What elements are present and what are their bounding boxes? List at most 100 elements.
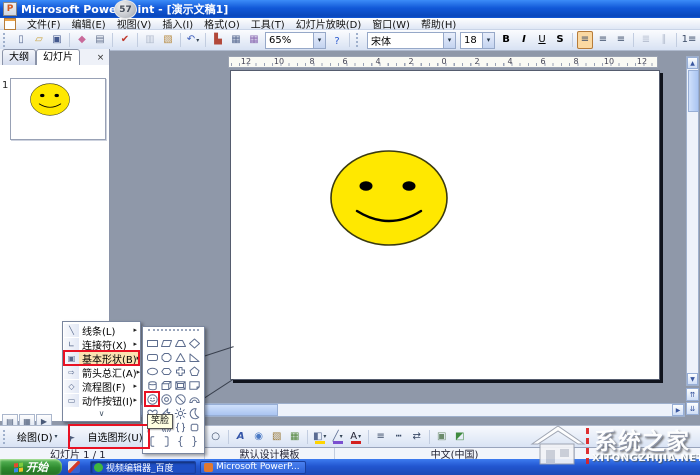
menu-edit[interactable]: 编辑(E) (72, 16, 106, 31)
shape-isosceles-triangle[interactable] (173, 350, 187, 364)
task-powerpoint[interactable]: Microsoft PowerP... (200, 460, 306, 474)
task-video-editor[interactable]: 视频编辑器_百度 (90, 460, 196, 474)
permission-icon[interactable]: ◆ (74, 31, 90, 49)
italic-button[interactable]: I (516, 31, 532, 49)
menu-item-basic-shapes[interactable]: ▣ 基本形状(B) ▸ (63, 350, 140, 366)
shape-plaque[interactable] (187, 420, 201, 434)
tab-slides[interactable]: 幻灯片 (36, 49, 80, 65)
shape-hexagon[interactable] (159, 364, 173, 378)
numbering-button[interactable]: 1≡ (681, 31, 697, 49)
shape-cross[interactable] (173, 364, 187, 378)
shape-no-symbol[interactable] (173, 392, 187, 406)
start-button[interactable]: 开始 (0, 459, 62, 475)
wordart-icon[interactable]: A (233, 428, 249, 446)
copy-icon[interactable]: ▥ (142, 31, 158, 49)
line-style-icon[interactable]: ≡ (373, 428, 389, 446)
shape-sun[interactable] (173, 406, 187, 420)
font-color-icon[interactable]: A ▾ (348, 428, 364, 446)
dash-style-icon[interactable]: ┅ (391, 428, 407, 446)
shape-block-arc[interactable] (187, 392, 201, 406)
shape-donut[interactable] (159, 392, 173, 406)
quick-launch-icon[interactable] (68, 461, 80, 473)
shape-regular-pentagon[interactable] (187, 364, 201, 378)
tab-outline[interactable]: 大纲 (2, 49, 36, 65)
next-slide-button[interactable]: ⇊ (686, 402, 699, 415)
new-icon[interactable]: ▯ (13, 31, 29, 49)
menu-item-action-buttons[interactable]: ▭ 动作按钮(I) ▸ (64, 393, 139, 408)
print-icon[interactable]: ▤ (92, 31, 108, 49)
shape-cube[interactable] (159, 378, 173, 392)
close-icon[interactable]: × (94, 52, 107, 65)
chevron-down-icon[interactable]: ▾ (196, 37, 199, 44)
align-center-button[interactable]: ≡ (595, 31, 611, 49)
clipart-icon[interactable]: ▧ (269, 428, 285, 446)
shape-double-brace[interactable] (173, 420, 187, 434)
line-color-icon[interactable]: ╱ ▾ (330, 428, 346, 446)
spelling-icon[interactable]: ✔ (117, 31, 133, 49)
chevron-down-icon[interactable]: ▾ (358, 433, 361, 440)
undo-icon[interactable]: ↶ ▾ (185, 31, 201, 49)
zoom-combobox[interactable]: 65% ▾ (265, 31, 326, 49)
bold-button[interactable]: B (498, 31, 514, 49)
shape-right-triangle[interactable] (187, 350, 201, 364)
smiley-shape[interactable] (329, 149, 449, 247)
shadow-style-icon[interactable]: ▣ (434, 428, 450, 446)
toolbar-handle[interactable] (3, 33, 8, 47)
menu-file[interactable]: 文件(F) (27, 16, 61, 31)
tables-borders-icon[interactable]: ▦ (246, 31, 262, 49)
shape-left-bracket[interactable] (145, 434, 159, 448)
select-objects-button[interactable]: ➤ (64, 428, 80, 446)
toolbar-handle[interactable] (3, 429, 8, 444)
paste-icon[interactable]: ▧ (160, 31, 176, 49)
palette-drag-handle[interactable] (148, 329, 199, 334)
menu-tools[interactable]: 工具(T) (251, 16, 285, 31)
font-name-combobox[interactable]: 宋体 ▾ (367, 31, 456, 49)
scroll-right-icon[interactable]: ▶ (672, 404, 684, 416)
shape-octagon[interactable] (159, 350, 173, 364)
draw-menu-button[interactable]: 绘图(D) ▾ (12, 427, 63, 446)
scroll-up-icon[interactable]: ▲ (687, 57, 698, 69)
shape-trapezoid[interactable] (173, 336, 187, 350)
shape-right-brace[interactable] (187, 434, 201, 448)
help-icon[interactable]: ? (329, 33, 345, 51)
menu-item-block-arrows[interactable]: ⇨ 箭头总汇(A) ▸ (64, 365, 140, 380)
menu-item-lines[interactable]: ╲ 线条(L) ▸ (64, 323, 139, 338)
chevron-down-icon[interactable]: ▾ (323, 433, 326, 440)
menu-format[interactable]: 格式(O) (204, 16, 240, 31)
distribute-button[interactable]: ≣ (638, 31, 654, 49)
shape-folded-corner[interactable] (187, 378, 201, 392)
menu-item-connectors[interactable]: ∟ 连接符(X) ▸ (64, 337, 139, 352)
shape-can[interactable] (145, 378, 159, 392)
shape-diamond[interactable] (187, 336, 201, 350)
columns-button[interactable]: ∥ (656, 31, 672, 49)
3d-style-icon[interactable]: ◩ (452, 428, 468, 446)
menu-insert[interactable]: 插入(I) (162, 16, 193, 31)
document-icon[interactable] (4, 17, 16, 30)
vertical-scrollbar[interactable]: ▲ ▼ (686, 56, 699, 386)
table-icon[interactable]: ▦ (228, 31, 244, 49)
slide-canvas[interactable] (230, 70, 660, 380)
font-size-combobox[interactable]: 18 ▾ (460, 31, 495, 49)
shape-oval[interactable] (145, 364, 159, 378)
scroll-down-icon[interactable]: ▼ (687, 373, 698, 385)
design-template-indicator[interactable]: 默认设计模板 (205, 448, 335, 461)
chart-icon[interactable]: ▙ (210, 31, 226, 49)
open-icon[interactable]: ▱ (31, 31, 47, 49)
chevron-down-icon[interactable]: ▾ (443, 32, 455, 48)
shape-right-bracket[interactable] (159, 434, 173, 448)
shape-rectangle[interactable] (145, 336, 159, 350)
shape-parallelogram[interactable] (159, 336, 173, 350)
oval-icon[interactable]: ○ (208, 428, 224, 446)
menu-expand-chevron[interactable]: ∨ (64, 407, 139, 420)
shape-moon[interactable] (187, 406, 201, 420)
save-icon[interactable]: ▣ (49, 31, 65, 49)
arrow-style-icon[interactable]: ⇄ (409, 428, 425, 446)
shape-smiley-face[interactable] (144, 391, 160, 407)
fill-color-icon[interactable]: ◧ ▾ (312, 428, 328, 446)
menu-help[interactable]: 帮助(H) (421, 16, 456, 31)
vertical-scrollbar-thumb[interactable] (688, 70, 699, 112)
shape-left-brace[interactable] (173, 434, 187, 448)
chevron-down-icon[interactable]: ▾ (340, 433, 343, 440)
underline-button[interactable]: U (534, 31, 550, 49)
align-right-button[interactable]: ≡ (613, 31, 629, 49)
